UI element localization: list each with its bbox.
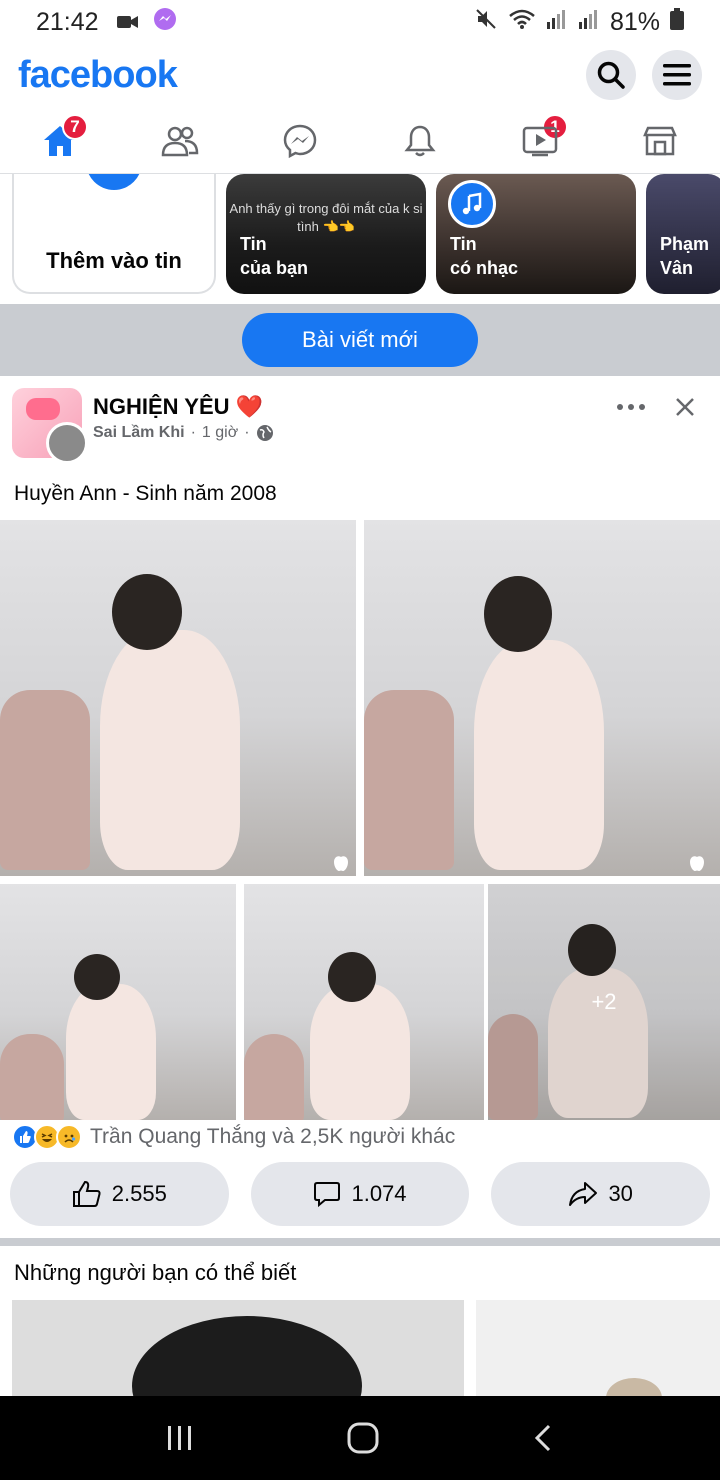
- share-button[interactable]: 30: [491, 1162, 711, 1226]
- tab-messenger[interactable]: 1: [240, 108, 568, 173]
- globe-icon: [256, 425, 273, 441]
- close-icon[interactable]: [674, 396, 696, 418]
- messenger-icon: [283, 124, 317, 158]
- photo-grid: +2: [0, 520, 720, 1120]
- wifi-icon: [508, 8, 536, 37]
- apple-logo-icon: [690, 856, 704, 871]
- post-time[interactable]: 1 giờ: [202, 424, 238, 442]
- marketplace-icon: [643, 126, 677, 155]
- nav-tabs: 7 1: [0, 108, 720, 174]
- share-count: 30: [608, 1181, 633, 1206]
- back-icon[interactable]: [531, 1423, 555, 1453]
- battery-icon: [670, 7, 684, 37]
- more-photos-overlay[interactable]: +2: [488, 884, 720, 1120]
- share-icon: [569, 1182, 598, 1206]
- story-card-music[interactable]: Tin có nhạc: [436, 174, 636, 294]
- mute-icon: [474, 7, 498, 38]
- meta-separator: ·: [244, 424, 250, 441]
- thumbs-up-icon: [72, 1180, 101, 1207]
- comment-count: 1.074: [351, 1181, 407, 1206]
- post-photo-4[interactable]: [244, 884, 484, 1120]
- more-options-icon[interactable]: [616, 403, 646, 411]
- post-photo-3[interactable]: [0, 884, 236, 1120]
- add-story-plus-icon: [86, 174, 142, 190]
- stories-tray: Thêm vào tin Anh thấy gì trong đôi mắt c…: [0, 174, 720, 304]
- reactions-text: Trần Quang Thắng và 2,5K người khác: [90, 1125, 456, 1148]
- music-note-icon: [448, 180, 496, 228]
- new-posts-strip: Bài viết mới: [0, 304, 720, 376]
- home-badge: 7: [62, 114, 88, 140]
- post-photo-1[interactable]: [0, 520, 356, 876]
- video-icon: [522, 126, 558, 156]
- author-avatar[interactable]: [46, 422, 88, 464]
- friends-icon: [161, 126, 199, 156]
- post-meta: Sai Lầm Khi · 1 giờ ·: [93, 424, 274, 442]
- signal-2-icon: [578, 8, 600, 37]
- post-author[interactable]: Sai Lầm Khi: [93, 424, 185, 442]
- post-text: Huyền Ann - Sinh năm 2008: [14, 482, 277, 505]
- search-icon: [597, 61, 625, 89]
- story-caption-line1: Phạm: [660, 234, 710, 254]
- menu-button[interactable]: [652, 50, 702, 100]
- story-caption-line2: có nhạc: [450, 258, 519, 278]
- story-caption-line1: Tin: [240, 234, 267, 254]
- tab-home[interactable]: 7: [0, 108, 120, 173]
- feed-divider: [0, 1238, 720, 1246]
- post-action-bar: 2.555 1.074 30: [10, 1162, 711, 1226]
- story-caption-line2: Vân: [660, 258, 694, 278]
- app-header: facebook: [0, 44, 720, 106]
- comment-button[interactable]: 1.074: [250, 1162, 470, 1226]
- like-button[interactable]: 2.555: [10, 1162, 229, 1226]
- facebook-logo[interactable]: facebook: [18, 54, 178, 97]
- apple-logo-icon: [334, 856, 348, 871]
- messenger-notify-icon: [153, 7, 177, 38]
- suggestion-card[interactable]: [12, 1300, 464, 1400]
- suggestion-card[interactable]: [476, 1300, 720, 1400]
- reactions-summary[interactable]: Trần Quang Thắng và 2,5K người khác: [12, 1124, 455, 1150]
- people-you-may-know-title: Những người bạn có thể biết: [14, 1260, 297, 1285]
- menu-icon: [663, 64, 691, 86]
- bell-icon: [404, 125, 436, 156]
- battery-percent: 81%: [609, 7, 660, 36]
- tab-marketplace[interactable]: [600, 108, 720, 173]
- story-caption-line2: của bạn: [240, 258, 309, 278]
- post-photo-5[interactable]: +2: [488, 884, 720, 1120]
- story-card-your-story[interactable]: Anh thấy gì trong đôi mắt của k si tình …: [226, 174, 426, 294]
- post-page-name[interactable]: NGHIỆN YÊU ❤️: [93, 394, 263, 420]
- post-photo-2[interactable]: [364, 520, 720, 876]
- create-story-label: Thêm vào tin: [46, 248, 182, 273]
- post-header: NGHIỆN YÊU ❤️ Sai Lầm Khi · 1 giờ ·: [12, 386, 708, 464]
- tab-friends[interactable]: [120, 108, 240, 173]
- tab-watch[interactable]: [480, 108, 600, 173]
- video-record-icon: [116, 8, 139, 37]
- home-button-icon[interactable]: [346, 1421, 380, 1455]
- search-button[interactable]: [586, 50, 636, 100]
- story-card-friend[interactable]: Phạm Vân: [646, 174, 720, 294]
- story-caption-line1: Tin: [450, 234, 477, 254]
- recent-apps-icon[interactable]: [165, 1423, 195, 1453]
- like-count: 2.555: [111, 1181, 167, 1206]
- sad-reaction-icon: [56, 1124, 82, 1150]
- tab-notifications[interactable]: [360, 108, 480, 173]
- meta-separator: ·: [190, 424, 196, 441]
- create-story-card[interactable]: Thêm vào tin: [12, 174, 216, 294]
- android-navigation-bar: [0, 1396, 720, 1480]
- people-you-may-know-cards: [12, 1300, 720, 1400]
- signal-icon: [546, 8, 568, 37]
- new-posts-button[interactable]: Bài viết mới: [242, 313, 478, 367]
- comment-icon: [314, 1182, 341, 1208]
- story-overlay-text: Anh thấy gì trong đôi mắt của k si tình …: [229, 201, 423, 234]
- feed-post: NGHIỆN YÊU ❤️ Sai Lầm Khi · 1 giờ · Huyề…: [0, 376, 720, 1238]
- status-bar: 21:42 81%: [0, 0, 720, 44]
- status-time: 21:42: [36, 7, 99, 36]
